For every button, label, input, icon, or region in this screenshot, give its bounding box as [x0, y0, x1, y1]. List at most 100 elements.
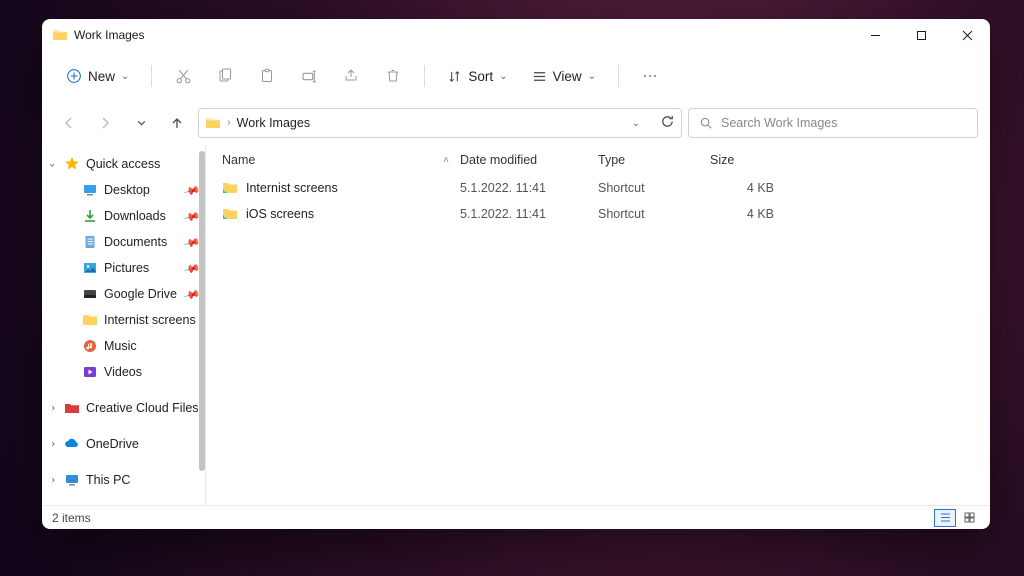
chevron-down-icon[interactable]: ⌄: [632, 118, 640, 129]
folder-shortcut-icon: [222, 180, 238, 196]
rename-icon: [301, 68, 318, 85]
sidebar-item-label: This PC: [86, 473, 130, 487]
thumbnails-view-button[interactable]: [958, 509, 980, 527]
gdrive-icon: [82, 286, 98, 302]
sidebar-this-pc[interactable]: ⌄ This PC: [42, 467, 205, 493]
header-size[interactable]: Size: [710, 145, 788, 175]
sidebar-item-label: Google Drive: [104, 287, 177, 301]
view-button[interactable]: View ⌄: [522, 59, 606, 93]
scissors-icon: [175, 68, 192, 85]
sort-label: Sort: [468, 69, 493, 84]
file-size: 4 KB: [710, 207, 788, 221]
file-name: Internist screens: [246, 181, 338, 195]
table-row[interactable]: iOS screens5.1.2022. 11:41Shortcut4 KB: [206, 201, 990, 227]
file-type: Shortcut: [598, 207, 710, 221]
file-size: 4 KB: [710, 181, 788, 195]
sidebar-item-google-drive[interactable]: Google Drive 📌: [42, 281, 205, 307]
delete-button[interactable]: [374, 59, 412, 93]
search-input[interactable]: [721, 116, 967, 130]
sort-button[interactable]: Sort ⌄: [437, 59, 517, 93]
onedrive-icon: [64, 436, 80, 452]
rename-button[interactable]: [290, 59, 328, 93]
download-icon: [82, 208, 98, 224]
breadcrumb[interactable]: Work Images: [237, 116, 310, 130]
cut-button[interactable]: [164, 59, 202, 93]
up-button[interactable]: [162, 108, 192, 138]
maximize-button[interactable]: [898, 19, 944, 51]
pin-icon: 📌: [183, 233, 200, 250]
title-bar: Work Images: [42, 19, 990, 51]
chevron-right-icon: ⌄: [47, 440, 58, 448]
pc-icon: [64, 472, 80, 488]
view-label: View: [553, 69, 582, 84]
file-list: Name ˄ Date modified Type Size Internist…: [206, 145, 990, 505]
sidebar-item-label: Internist screens: [104, 313, 196, 327]
back-button[interactable]: [54, 108, 84, 138]
status-bar: 2 items: [42, 505, 990, 529]
ellipsis-icon: [642, 68, 658, 84]
close-button[interactable]: [944, 19, 990, 51]
copy-button[interactable]: [206, 59, 244, 93]
sidebar-item-label: Videos: [104, 365, 142, 379]
more-button[interactable]: [631, 59, 669, 93]
scrollbar[interactable]: [199, 151, 205, 471]
details-view-button[interactable]: [934, 509, 956, 527]
header-name[interactable]: Name ˄: [222, 145, 460, 175]
sidebar-onedrive[interactable]: ⌄ OneDrive: [42, 431, 205, 457]
address-bar[interactable]: › Work Images ⌄: [198, 108, 682, 138]
sidebar-item-label: Pictures: [104, 261, 149, 275]
pin-icon: 📌: [183, 259, 200, 276]
recent-locations-button[interactable]: [126, 108, 156, 138]
share-button[interactable]: [332, 59, 370, 93]
file-date: 5.1.2022. 11:41: [460, 207, 598, 221]
chevron-right-icon: ⌄: [47, 404, 58, 412]
view-icon: [532, 69, 547, 84]
chevron-down-icon: ⌄: [499, 71, 507, 82]
paste-button[interactable]: [248, 59, 286, 93]
document-icon: [82, 234, 98, 250]
sidebar-item-label: Creative Cloud Files: [86, 401, 199, 415]
window-title: Work Images: [74, 28, 144, 42]
forward-button[interactable]: [90, 108, 120, 138]
copy-icon: [217, 68, 233, 84]
creative-cloud-icon: [64, 400, 80, 416]
chevron-down-icon: ⌄: [588, 71, 596, 82]
chevron-down-icon: ⌄: [48, 159, 56, 170]
folder-shortcut-icon: [222, 206, 238, 222]
sidebar-item-music[interactable]: Music: [42, 333, 205, 359]
sidebar-item-documents[interactable]: Documents 📌: [42, 229, 205, 255]
new-button[interactable]: New ⌄: [56, 59, 139, 93]
sidebar-item-videos[interactable]: Videos: [42, 359, 205, 385]
pin-icon: 📌: [183, 207, 200, 224]
status-item-count: 2 items: [52, 511, 91, 525]
header-type[interactable]: Type: [598, 145, 710, 175]
pin-icon: 📌: [183, 181, 200, 198]
body: ⌄ Quick access Desktop📌Downloads📌Documen…: [42, 145, 990, 505]
sidebar-item-pictures[interactable]: Pictures 📌: [42, 255, 205, 281]
sidebar-item-desktop[interactable]: Desktop 📌: [42, 177, 205, 203]
clipboard-icon: [259, 68, 275, 84]
table-row[interactable]: Internist screens5.1.2022. 11:41Shortcut…: [206, 175, 990, 201]
sidebar-quick-access[interactable]: ⌄ Quick access: [42, 151, 205, 177]
sidebar-item-label: Desktop: [104, 183, 150, 197]
desktop-icon: [82, 182, 98, 198]
sidebar: ⌄ Quick access Desktop📌Downloads📌Documen…: [42, 145, 206, 505]
sidebar-creative-cloud[interactable]: ⌄ Creative Cloud Files: [42, 395, 205, 421]
sidebar-item-label: OneDrive: [86, 437, 139, 451]
chevron-right-icon: ›: [227, 117, 231, 129]
search-box[interactable]: [688, 108, 978, 138]
plus-circle-icon: [66, 68, 82, 84]
explorer-window: Work Images New ⌄ Sort ⌄ View ⌄: [42, 19, 990, 529]
refresh-button[interactable]: [660, 114, 675, 132]
sidebar-item-internist-screens[interactable]: Internist screens: [42, 307, 205, 333]
star-icon: [64, 156, 80, 172]
header-date[interactable]: Date modified: [460, 145, 598, 175]
pictures-icon: [82, 260, 98, 276]
pin-icon: 📌: [183, 285, 200, 302]
music-icon: [82, 338, 98, 354]
sort-indicator-icon: ˄: [443, 155, 449, 166]
address-row: › Work Images ⌄: [42, 101, 990, 145]
sidebar-item-label: Documents: [104, 235, 167, 249]
minimize-button[interactable]: [852, 19, 898, 51]
sidebar-item-downloads[interactable]: Downloads📌: [42, 203, 205, 229]
